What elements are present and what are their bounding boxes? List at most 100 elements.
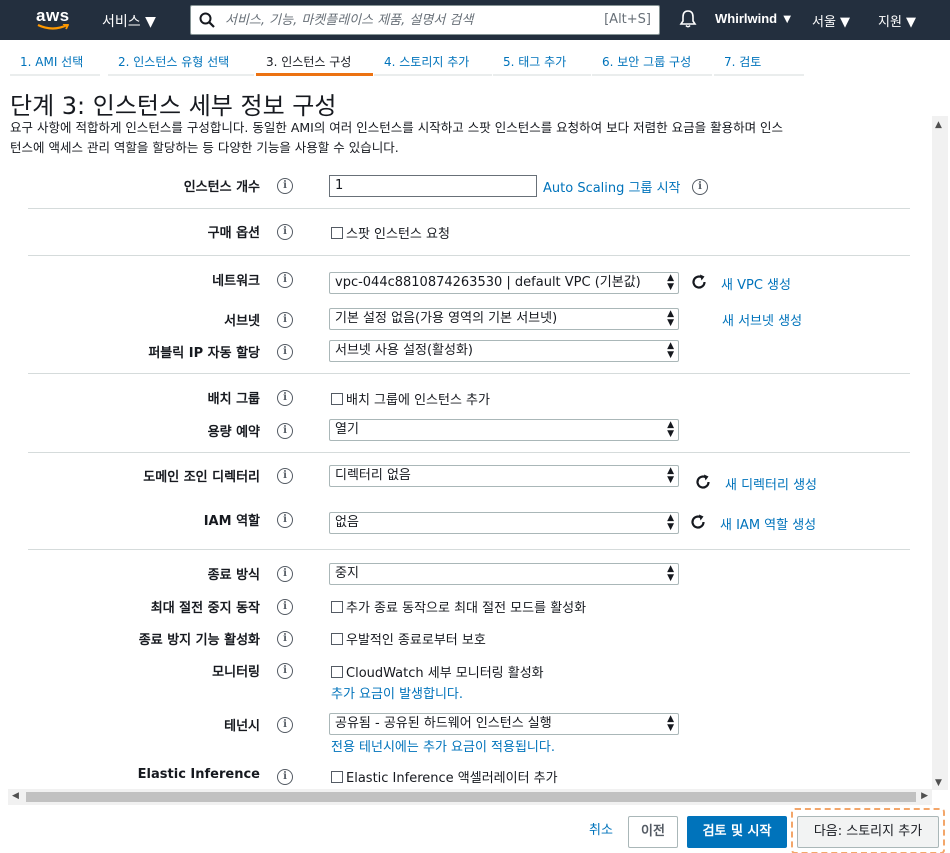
hibernate-checkbox[interactable]: 추가 종료 동작으로 최대 절전 모드를 활성화 bbox=[331, 597, 586, 616]
search-input[interactable] bbox=[225, 9, 585, 31]
termination-protection-checkbox[interactable]: 우발적인 종료로부터 보호 bbox=[331, 629, 486, 648]
horizontal-scrollbar[interactable]: ◀ ▶ bbox=[8, 789, 932, 805]
select-arrows-icon: ▲ ▼ bbox=[667, 466, 674, 485]
bell-icon[interactable] bbox=[678, 9, 698, 29]
page-description: 요구 사항에 적합하게 인스턴스를 구성합니다. 동일한 AMI의 여러 인스턴… bbox=[10, 120, 784, 155]
select-arrows-icon: ▲ ▼ bbox=[667, 564, 674, 583]
next-add-storage-button[interactable]: 다음: 스토리지 추가 bbox=[797, 816, 939, 848]
wizard-footer: 취소 이전 검토 및 시작 다음: 스토리지 추가 bbox=[0, 806, 950, 853]
checkbox-box[interactable] bbox=[331, 771, 343, 783]
info-icon[interactable]: i bbox=[277, 344, 293, 360]
cloudwatch-monitoring-checkbox[interactable]: CloudWatch 세부 모니터링 활성화 bbox=[331, 662, 544, 681]
shutdown-behavior-label: 종료 방식 bbox=[207, 568, 260, 583]
refresh-icon[interactable] bbox=[688, 512, 708, 532]
placement-group-label: 배치 그룹 bbox=[207, 392, 260, 407]
info-icon[interactable]: i bbox=[277, 631, 293, 647]
domain-join-label: 도메인 조인 디렉터리 bbox=[143, 470, 260, 485]
info-icon[interactable]: i bbox=[277, 468, 293, 484]
aws-logo[interactable]: aws bbox=[36, 6, 70, 34]
tenancy-select[interactable]: 공유됨 - 공유된 하드웨어 인스턴스 실행 ▲ ▼ bbox=[329, 713, 679, 735]
scroll-down-icon[interactable]: ▼ bbox=[935, 778, 942, 788]
network-select[interactable]: vpc-044c8810874263530 | default VPC (기본값… bbox=[329, 272, 679, 294]
iam-role-select[interactable]: 없음 ▲ ▼ bbox=[329, 512, 679, 534]
placement-group-checkbox[interactable]: 배치 그룹에 인스턴스 추가 bbox=[331, 389, 490, 408]
info-icon[interactable]: i bbox=[277, 599, 293, 615]
divider bbox=[28, 255, 910, 256]
checkbox-box[interactable] bbox=[331, 227, 343, 239]
previous-button[interactable]: 이전 bbox=[628, 816, 678, 848]
refresh-icon[interactable] bbox=[693, 472, 713, 492]
scroll-up-icon[interactable]: ▲ bbox=[935, 120, 942, 130]
info-icon[interactable]: i bbox=[277, 390, 293, 406]
divider bbox=[28, 549, 910, 550]
tenancy-charges-note[interactable]: 전용 테넌시에는 추가 요금이 적용됩니다. bbox=[331, 736, 555, 755]
review-and-launch-button[interactable]: 검토 및 시작 bbox=[687, 816, 787, 848]
checkbox-box[interactable] bbox=[331, 393, 343, 405]
search-shortcut-hint: [Alt+S] bbox=[604, 12, 651, 27]
network-label: 네트워크 bbox=[212, 274, 260, 289]
info-icon[interactable]: i bbox=[692, 179, 708, 195]
info-icon[interactable]: i bbox=[277, 178, 293, 194]
create-iam-role-link[interactable]: 새 IAM 역할 생성 bbox=[720, 514, 816, 533]
services-menu[interactable]: 서비스 ▼ bbox=[102, 11, 156, 31]
instance-count-label: 인스턴스 개수 bbox=[183, 180, 260, 195]
support-menu[interactable]: 지원 ▼ bbox=[878, 11, 916, 30]
checkbox-box[interactable] bbox=[331, 601, 343, 613]
info-icon[interactable]: i bbox=[277, 272, 293, 288]
tab-review[interactable]: 7. 검토 bbox=[714, 46, 804, 76]
tab-configure-instance[interactable]: 3. 인스턴스 구성 bbox=[256, 46, 373, 76]
create-directory-link[interactable]: 새 디렉터리 생성 bbox=[725, 474, 817, 493]
info-icon[interactable]: i bbox=[277, 423, 293, 439]
monitoring-charges-note[interactable]: 추가 요금이 발생합니다. bbox=[331, 683, 463, 702]
info-icon[interactable]: i bbox=[277, 312, 293, 328]
info-icon[interactable]: i bbox=[277, 512, 293, 528]
elastic-inference-checkbox[interactable]: Elastic Inference 액셀러레이터 추가 bbox=[331, 767, 558, 786]
info-icon[interactable]: i bbox=[277, 717, 293, 733]
refresh-icon[interactable] bbox=[689, 272, 709, 292]
info-icon[interactable]: i bbox=[277, 566, 293, 582]
select-arrows-icon: ▲ ▼ bbox=[667, 714, 674, 733]
tab-choose-ami[interactable]: 1. AMI 선택 bbox=[10, 46, 100, 76]
public-ip-select[interactable]: 서브넷 사용 설정(활성화) ▲ ▼ bbox=[329, 340, 679, 362]
info-icon[interactable]: i bbox=[277, 769, 293, 785]
checkbox-box[interactable] bbox=[331, 633, 343, 645]
auto-scaling-link[interactable]: Auto Scaling 그룹 시작 bbox=[543, 177, 681, 196]
top-navigation-bar: aws 서비스 ▼ [Alt+S] Whirlwind ▼ 서울 ▼ 지원 ▼ bbox=[0, 0, 950, 40]
divider bbox=[28, 373, 910, 374]
checkbox-box[interactable] bbox=[331, 666, 343, 678]
scrollbar-thumb[interactable] bbox=[26, 792, 916, 802]
select-arrows-icon: ▲ ▼ bbox=[667, 513, 674, 532]
account-menu[interactable]: Whirlwind ▼ bbox=[715, 11, 794, 26]
select-arrows-icon: ▲ ▼ bbox=[667, 341, 674, 360]
divider bbox=[28, 452, 910, 453]
termination-protection-label: 종료 방지 기능 활성화 bbox=[138, 633, 260, 648]
create-vpc-link[interactable]: 새 VPC 생성 bbox=[721, 274, 791, 293]
cancel-button[interactable]: 취소 bbox=[582, 816, 620, 848]
divider bbox=[28, 208, 910, 209]
tab-add-tags[interactable]: 5. 태그 추가 bbox=[493, 46, 591, 76]
tab-choose-instance-type[interactable]: 2. 인스턴스 유형 선택 bbox=[108, 46, 254, 76]
iam-role-label: IAM 역할 bbox=[203, 514, 260, 529]
tab-add-storage[interactable]: 4. 스토리지 추가 bbox=[374, 46, 492, 76]
capacity-reservation-select[interactable]: 열기 ▲ ▼ bbox=[329, 419, 679, 441]
select-arrows-icon: ▲ ▼ bbox=[667, 309, 674, 328]
instance-count-input[interactable]: 1 bbox=[329, 175, 537, 197]
subnet-select[interactable]: 기본 설정 없음(가용 영역의 기본 서브넷) ▲ ▼ bbox=[329, 308, 679, 330]
shutdown-behavior-select[interactable]: 중지 ▲ ▼ bbox=[329, 563, 679, 585]
page-title: 단계 3: 인스턴스 세부 정보 구성 bbox=[10, 92, 337, 120]
vertical-scrollbar[interactable]: ▲ ▼ bbox=[932, 116, 948, 790]
scroll-right-icon[interactable]: ▶ bbox=[921, 791, 928, 801]
tab-configure-security-group[interactable]: 6. 보안 그룹 구성 bbox=[592, 46, 712, 76]
monitoring-label: 모니터링 bbox=[212, 665, 260, 680]
elastic-inference-label: Elastic Inference bbox=[137, 767, 260, 782]
region-menu[interactable]: 서울 ▼ bbox=[812, 11, 850, 30]
info-icon[interactable]: i bbox=[277, 224, 293, 240]
create-subnet-link[interactable]: 새 서브넷 생성 bbox=[722, 310, 802, 329]
spot-instance-checkbox[interactable]: 스팟 인스턴스 요청 bbox=[331, 223, 450, 242]
subnet-label: 서브넷 bbox=[224, 314, 260, 329]
purchase-option-label: 구매 옵션 bbox=[207, 226, 260, 241]
domain-join-select[interactable]: 디렉터리 없음 ▲ ▼ bbox=[329, 465, 679, 487]
scroll-left-icon[interactable]: ◀ bbox=[12, 791, 19, 801]
search-box[interactable]: [Alt+S] bbox=[190, 5, 660, 35]
info-icon[interactable]: i bbox=[277, 663, 293, 679]
